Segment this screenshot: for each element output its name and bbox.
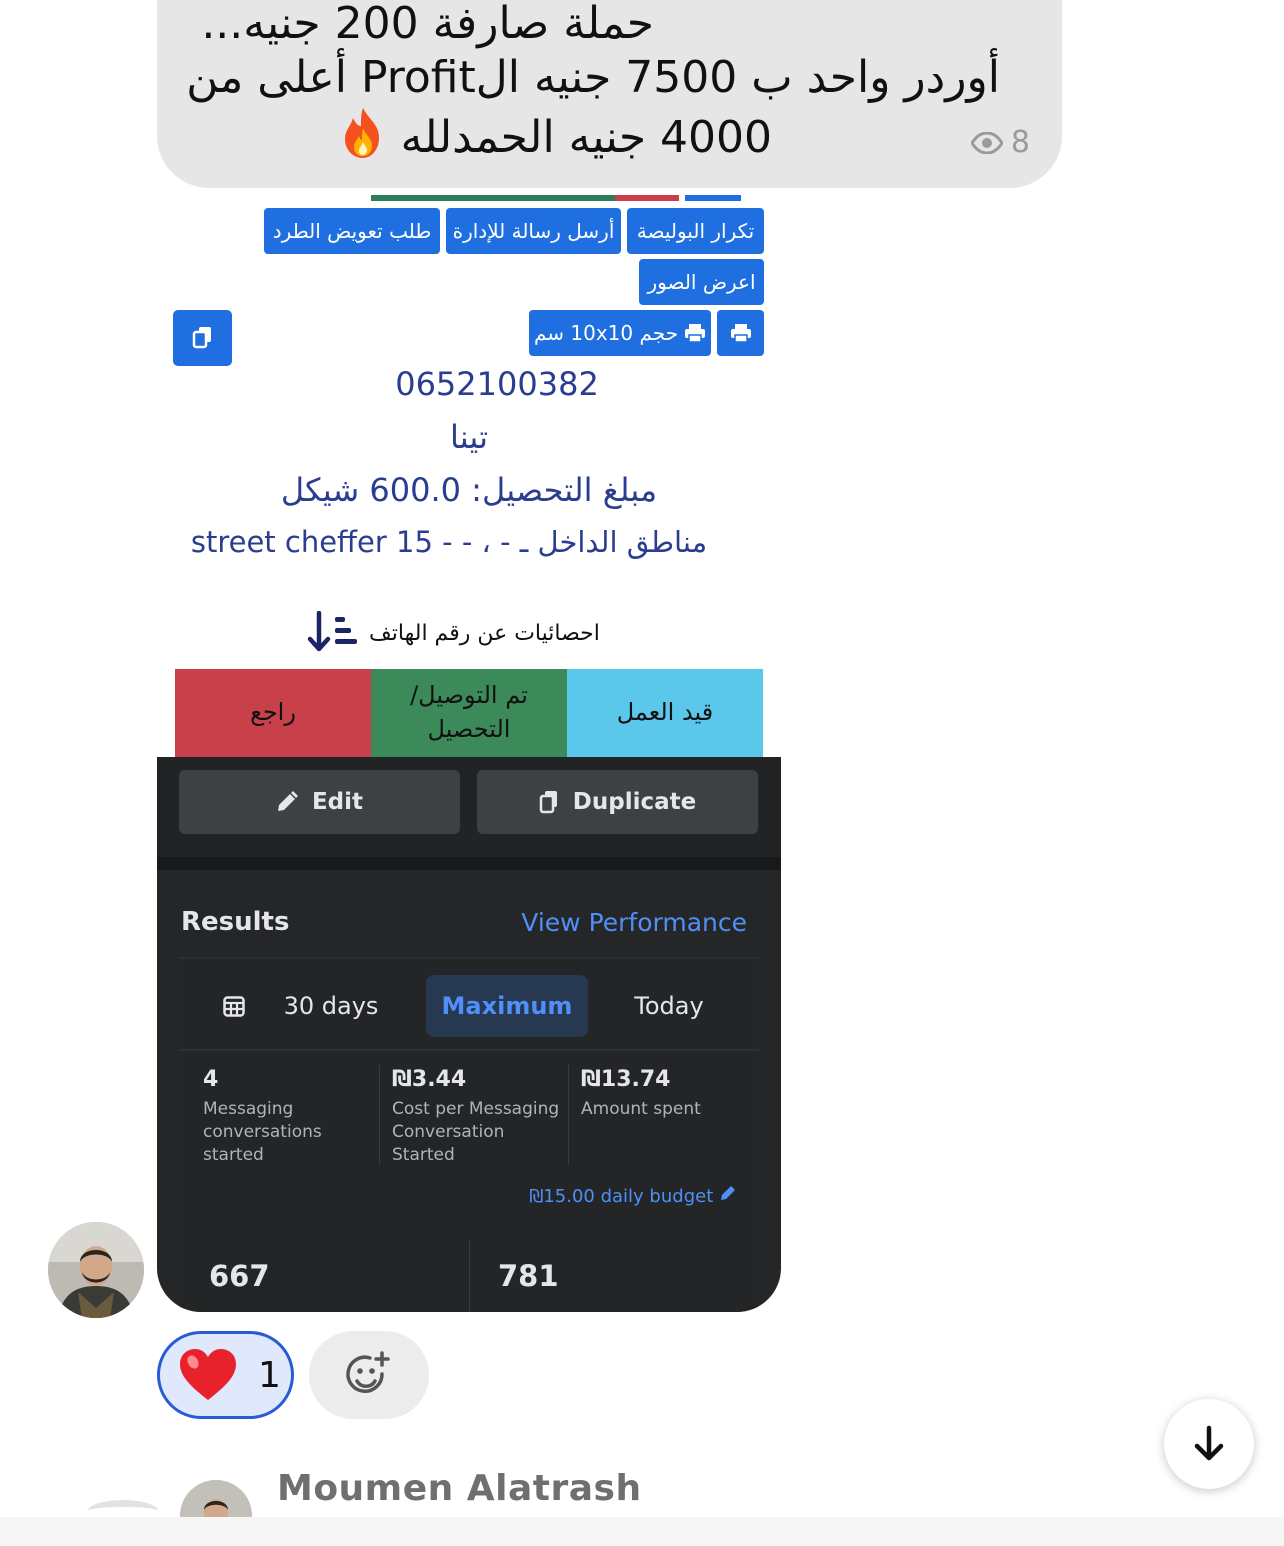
message-line-3: 4000 جنيه الحمدلله bbox=[333, 106, 772, 163]
metric-cost-label: Cost per Messaging Conversation Started bbox=[392, 1099, 560, 1165]
repeat-policy-button[interactable]: تكرار البوليصة bbox=[627, 208, 764, 254]
heart-reaction[interactable]: 1 bbox=[157, 1331, 294, 1419]
phone-stats-text: احصائيات عن رقم الهاتف bbox=[369, 620, 600, 646]
bottom-number-2: 781 bbox=[498, 1259, 559, 1293]
calendar-icon bbox=[223, 996, 245, 1017]
tab-30-days[interactable]: 30 days bbox=[271, 975, 391, 1037]
parcel-compensation-button[interactable]: طلب تعويض الطرد bbox=[264, 208, 440, 254]
duplicate-button[interactable]: Duplicate bbox=[477, 770, 758, 834]
top-strip-blue bbox=[685, 195, 741, 201]
daily-budget-text: ₪15.00 daily budget bbox=[529, 1186, 714, 1207]
status-delivered[interactable]: تم التوصيل/ التحصيل bbox=[371, 669, 567, 757]
bottom-number-1: 667 bbox=[209, 1259, 270, 1293]
print-button[interactable] bbox=[717, 310, 764, 356]
fire-icon bbox=[344, 108, 379, 158]
sender-name: Moumen Alatrash bbox=[277, 1468, 642, 1509]
avatar[interactable] bbox=[48, 1222, 144, 1318]
view-count: 8 bbox=[970, 125, 1030, 160]
person-photo bbox=[48, 1222, 144, 1318]
edit-label: Edit bbox=[311, 789, 364, 815]
metric-cost-value: ₪3.44 bbox=[392, 1067, 467, 1092]
collection-amount: مبلغ التحصيل: 600.0 شيكل bbox=[280, 471, 658, 509]
metric-conversations-value: 4 bbox=[203, 1067, 219, 1092]
tab-maximum[interactable]: Maximum bbox=[426, 975, 588, 1037]
message-line-1: حملة صارفة 200 جنيه... bbox=[201, 0, 654, 49]
add-reaction-icon bbox=[346, 1351, 390, 1393]
arrow-down-icon bbox=[1194, 1425, 1224, 1461]
metric-divider bbox=[568, 1065, 569, 1165]
daily-budget-link[interactable]: ₪15.00 daily budget bbox=[529, 1184, 737, 1207]
add-reaction-button[interactable] bbox=[309, 1331, 429, 1419]
metric-amount-value: ₪13.74 bbox=[581, 1067, 671, 1092]
eye-icon bbox=[970, 131, 1003, 154]
results-title: Results bbox=[181, 907, 290, 937]
ads-results-panel: Edit Duplicate Results View Performance bbox=[157, 757, 781, 1312]
message-admin-button[interactable]: أرسل رسالة للإدارة bbox=[446, 208, 621, 254]
top-strip-red bbox=[615, 195, 679, 201]
pencil-icon bbox=[277, 791, 298, 811]
bottom-divider bbox=[469, 1241, 470, 1312]
heart-count: 1 bbox=[258, 1354, 281, 1396]
show-images-button[interactable]: اعرض الصور bbox=[639, 259, 764, 305]
copy-button[interactable] bbox=[173, 310, 232, 366]
metric-amount-spent: ₪13.74 Amount spent bbox=[581, 1067, 751, 1121]
metric-divider bbox=[379, 1065, 380, 1165]
phone-number: 0652100382 bbox=[395, 365, 599, 403]
duplicate-label: Duplicate bbox=[572, 789, 697, 815]
composer-bar bbox=[0, 1517, 1284, 1546]
printer-icon bbox=[685, 324, 706, 343]
image-attachment[interactable]: تكرار البوليصة أرسل رسالة للإدارة طلب تع… bbox=[157, 195, 781, 1312]
tab-today[interactable]: Today bbox=[609, 975, 729, 1037]
sort-icon bbox=[307, 611, 357, 652]
message-line-2: أوردر واحد ب 7500 جنيه الProfit أعلى من bbox=[186, 52, 1000, 103]
print-size-label: حجم 10x10 سم bbox=[533, 321, 679, 345]
edit-button[interactable]: Edit bbox=[179, 770, 460, 834]
metric-amount-label: Amount spent bbox=[581, 1099, 701, 1119]
metric-conversations-label: Messaging conversations started bbox=[203, 1099, 322, 1165]
ad-actions-bar: Edit Duplicate bbox=[157, 757, 781, 857]
scroll-to-bottom-button[interactable] bbox=[1164, 1399, 1254, 1489]
view-performance-link[interactable]: View Performance bbox=[521, 908, 747, 937]
message-line-3-text: 4000 جنيه الحمدلله bbox=[400, 112, 772, 163]
customer-name: تينا bbox=[450, 418, 488, 456]
duplicate-icon bbox=[539, 791, 557, 814]
copy-icon bbox=[192, 327, 211, 349]
calendar-button[interactable] bbox=[209, 975, 259, 1037]
date-range-tabs: 30 days Maximum Today bbox=[179, 959, 759, 1051]
metric-cost-per-conversation: ₪3.44 Cost per Messaging Conversation St… bbox=[392, 1067, 568, 1167]
results-card: 30 days Maximum Today 4 Messaging conver… bbox=[179, 957, 759, 1312]
status-returned[interactable]: راجع bbox=[175, 669, 371, 757]
status-in-progress[interactable]: قيد العمل bbox=[567, 669, 763, 757]
printer-icon bbox=[730, 324, 751, 343]
heart-icon bbox=[180, 1349, 236, 1400]
top-strip-green bbox=[371, 195, 639, 201]
phone-stats-label[interactable]: احصائيات عن رقم الهاتف bbox=[307, 611, 600, 655]
panel-divider bbox=[157, 857, 781, 870]
address: مناطق الداخل ـ ‐ ، ‐ ‐ 15 street cheffer bbox=[190, 525, 708, 559]
message-bubble[interactable]: حملة صارفة 200 جنيه... أوردر واحد ب 7500… bbox=[157, 0, 1062, 188]
print-size-button[interactable]: حجم 10x10 سم bbox=[529, 310, 711, 356]
metric-conversations: 4 Messaging conversations started bbox=[203, 1067, 363, 1167]
pencil-icon bbox=[721, 1186, 735, 1200]
view-count-value: 8 bbox=[1010, 125, 1030, 160]
